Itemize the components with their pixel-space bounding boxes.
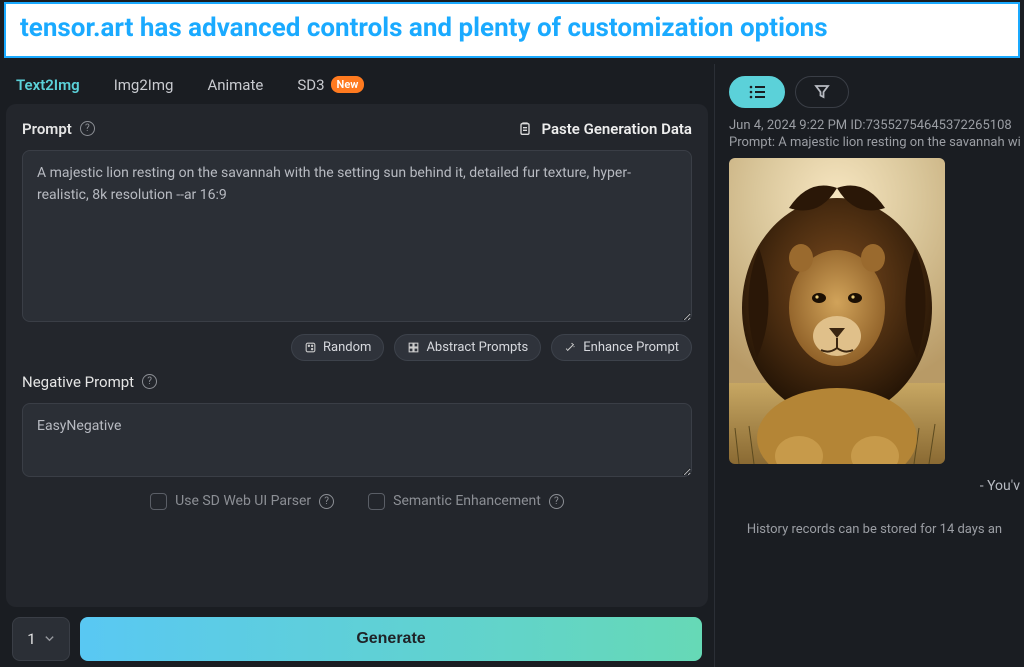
history-thumbnail[interactable] <box>729 158 945 464</box>
filter-icon <box>814 84 830 100</box>
prompt-label: Prompt <box>22 120 72 138</box>
checkbox-icon <box>368 493 385 510</box>
new-badge: New <box>331 76 365 93</box>
use-sd-webui-parser-checkbox[interactable]: Use SD Web UI Parser ? <box>150 493 334 510</box>
tab-img2img[interactable]: Img2Img <box>114 76 174 94</box>
paste-generation-data-button[interactable]: Paste Generation Data <box>517 120 692 138</box>
mode-tabs: Text2Img Img2Img Animate SD3 New <box>6 72 708 104</box>
lion-image <box>729 158 945 464</box>
quantity-value: 1 <box>27 630 35 648</box>
abstract-prompts-button[interactable]: Abstract Prompts <box>394 334 541 361</box>
prompt-input[interactable] <box>22 150 692 322</box>
history-panel: Jun 4, 2024 9:22 PM ID:73552754645372265… <box>715 64 1024 667</box>
random-label: Random <box>323 340 371 355</box>
history-meta: Jun 4, 2024 9:22 PM ID:73552754645372265… <box>725 118 1024 133</box>
history-footer-text: - You'v <box>725 464 1024 494</box>
history-id: 73552754645372265108 <box>866 118 1012 133</box>
random-button[interactable]: Random <box>291 334 384 361</box>
negative-prompt-label: Negative Prompt <box>22 373 134 391</box>
history-storage-note: History records can be stored for 14 day… <box>725 494 1024 537</box>
list-view-button[interactable] <box>729 76 785 108</box>
history-view-toggle <box>725 72 1024 118</box>
enhance-label: Enhance Prompt <box>583 340 679 355</box>
help-icon[interactable]: ? <box>319 494 334 509</box>
history-prompt-label: Prompt: <box>729 135 775 150</box>
generate-button[interactable]: Generate <box>80 617 702 661</box>
paste-icon <box>517 121 533 137</box>
prompt-header: Prompt ? Paste Generation Data <box>22 120 692 138</box>
enhance-prompt-button[interactable]: Enhance Prompt <box>551 334 692 361</box>
negative-prompt-label-group: Negative Prompt ? <box>22 373 692 391</box>
history-id-label: ID: <box>850 118 865 133</box>
prompt-panel: Prompt ? Paste Generation Data Random <box>6 104 708 607</box>
quantity-select[interactable]: 1 <box>12 617 70 661</box>
chevron-down-icon <box>44 633 55 644</box>
tab-animate[interactable]: Animate <box>207 76 263 94</box>
left-column: Text2Img Img2Img Animate SD3 New Prompt … <box>0 64 715 667</box>
app-root: Text2Img Img2Img Animate SD3 New Prompt … <box>0 64 1024 667</box>
abstract-icon <box>407 341 420 354</box>
parser-label: Use SD Web UI Parser <box>175 493 311 509</box>
history-prompt-preview: A majestic lion resting on the savannah … <box>778 135 1021 150</box>
help-icon[interactable]: ? <box>142 374 157 389</box>
annotation-text: tensor.art has advanced controls and ple… <box>20 14 1004 44</box>
help-icon[interactable]: ? <box>549 494 564 509</box>
wand-icon <box>564 341 577 354</box>
semantic-label: Semantic Enhancement <box>393 493 541 509</box>
abstract-label: Abstract Prompts <box>426 340 528 355</box>
generate-bar: 1 Generate <box>6 607 708 661</box>
parser-options: Use SD Web UI Parser ? Semantic Enhancem… <box>22 489 692 510</box>
prompt-label-group: Prompt ? <box>22 120 95 138</box>
dice-icon <box>304 341 317 354</box>
negative-prompt-input[interactable] <box>22 403 692 477</box>
history-prompt-preview-row: Prompt: A majestic lion resting on the s… <box>725 133 1024 158</box>
help-icon[interactable]: ? <box>80 121 95 136</box>
list-icon <box>748 85 766 99</box>
tab-sd3[interactable]: SD3 New <box>297 76 364 94</box>
history-timestamp: Jun 4, 2024 9:22 PM <box>729 118 847 133</box>
tab-text2img[interactable]: Text2Img <box>16 76 80 94</box>
filter-button[interactable] <box>795 76 849 108</box>
checkbox-icon <box>150 493 167 510</box>
paste-label: Paste Generation Data <box>541 120 692 138</box>
prompt-chip-row: Random Abstract Prompts Enhance Prompt <box>22 334 692 361</box>
semantic-enhancement-checkbox[interactable]: Semantic Enhancement ? <box>368 493 564 510</box>
tab-sd3-label: SD3 <box>297 76 324 94</box>
annotation-banner: tensor.art has advanced controls and ple… <box>4 2 1020 58</box>
